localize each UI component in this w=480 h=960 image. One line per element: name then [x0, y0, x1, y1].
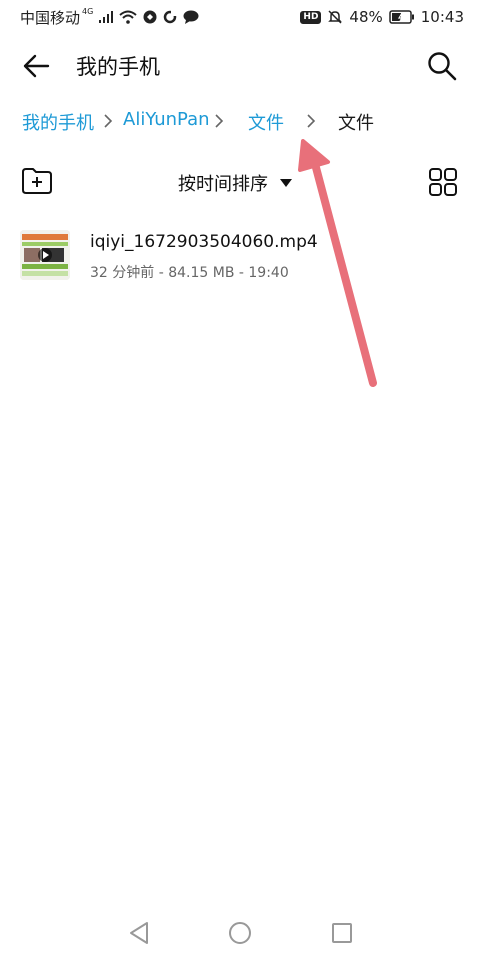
- page-title: 我的手机: [76, 55, 160, 79]
- status-right: HD 48% 10:43: [300, 8, 464, 26]
- mute-bell-icon: [327, 9, 343, 25]
- chevron-right-icon: [307, 114, 316, 128]
- app-notification-icon: [143, 10, 157, 24]
- chevron-right-icon: [104, 114, 113, 128]
- new-folder-icon: [22, 168, 52, 194]
- square-recents-icon: [332, 923, 352, 943]
- nav-home-button[interactable]: [225, 918, 255, 948]
- sort-label: 按时间排序: [178, 174, 268, 195]
- message-notification-icon: [183, 10, 199, 24]
- breadcrumb-item-aliyunpan[interactable]: AliYunPan: [123, 109, 210, 130]
- breadcrumb-item-my-phone[interactable]: 我的手机: [22, 109, 94, 135]
- file-meta: 32 分钟前 - 84.15 MB - 19:40: [90, 265, 289, 281]
- hd-badge: HD: [300, 10, 322, 24]
- wifi-icon: [119, 10, 137, 24]
- toolbar: 按时间排序: [0, 160, 480, 204]
- breadcrumb: 我的手机 AliYunPan 文件 文件: [0, 100, 480, 142]
- annotation-arrow: [298, 139, 377, 387]
- triangle-back-icon: [130, 922, 148, 944]
- chevron-right-icon: [215, 114, 224, 128]
- status-bar: 中国移动 4G HD 48% 10:43: [0, 0, 480, 34]
- carrier-label: 中国移动: [20, 8, 81, 27]
- battery-charging-icon: [389, 10, 415, 24]
- search-icon: [428, 52, 457, 81]
- file-list: iqiyi_1672903504060.mp4 32 分钟前 - 84.15 M…: [0, 218, 480, 292]
- video-thumbnail: [20, 230, 70, 280]
- new-folder-button[interactable]: [20, 166, 54, 196]
- grid-view-icon: [429, 168, 457, 196]
- sort-dropdown[interactable]: 按时间排序: [178, 170, 292, 196]
- clock: 10:43: [420, 8, 464, 26]
- system-nav-bar: [0, 904, 480, 960]
- list-item[interactable]: iqiyi_1672903504060.mp4 32 分钟前 - 84.15 M…: [0, 218, 480, 292]
- back-button[interactable]: [18, 48, 54, 84]
- signal-icon: [99, 11, 114, 23]
- nav-recents-button[interactable]: [327, 918, 357, 948]
- circle-home-icon: [229, 922, 251, 944]
- app-header: 我的手机: [0, 34, 480, 98]
- battery-percent: 48%: [349, 8, 383, 26]
- nav-back-button[interactable]: [124, 918, 154, 948]
- grid-view-button[interactable]: [428, 167, 458, 197]
- status-left: 中国移动 4G: [20, 7, 199, 28]
- breadcrumb-item-current: 文件: [338, 113, 374, 134]
- breadcrumb-item-files[interactable]: 文件: [248, 109, 284, 135]
- network-type-label: 4G: [82, 6, 94, 16]
- caret-down-icon: [280, 179, 292, 187]
- file-name: iqiyi_1672903504060.mp4: [90, 232, 318, 252]
- sync-notification-icon: [163, 10, 178, 24]
- search-button[interactable]: [422, 46, 462, 86]
- back-arrow-icon: [23, 54, 50, 78]
